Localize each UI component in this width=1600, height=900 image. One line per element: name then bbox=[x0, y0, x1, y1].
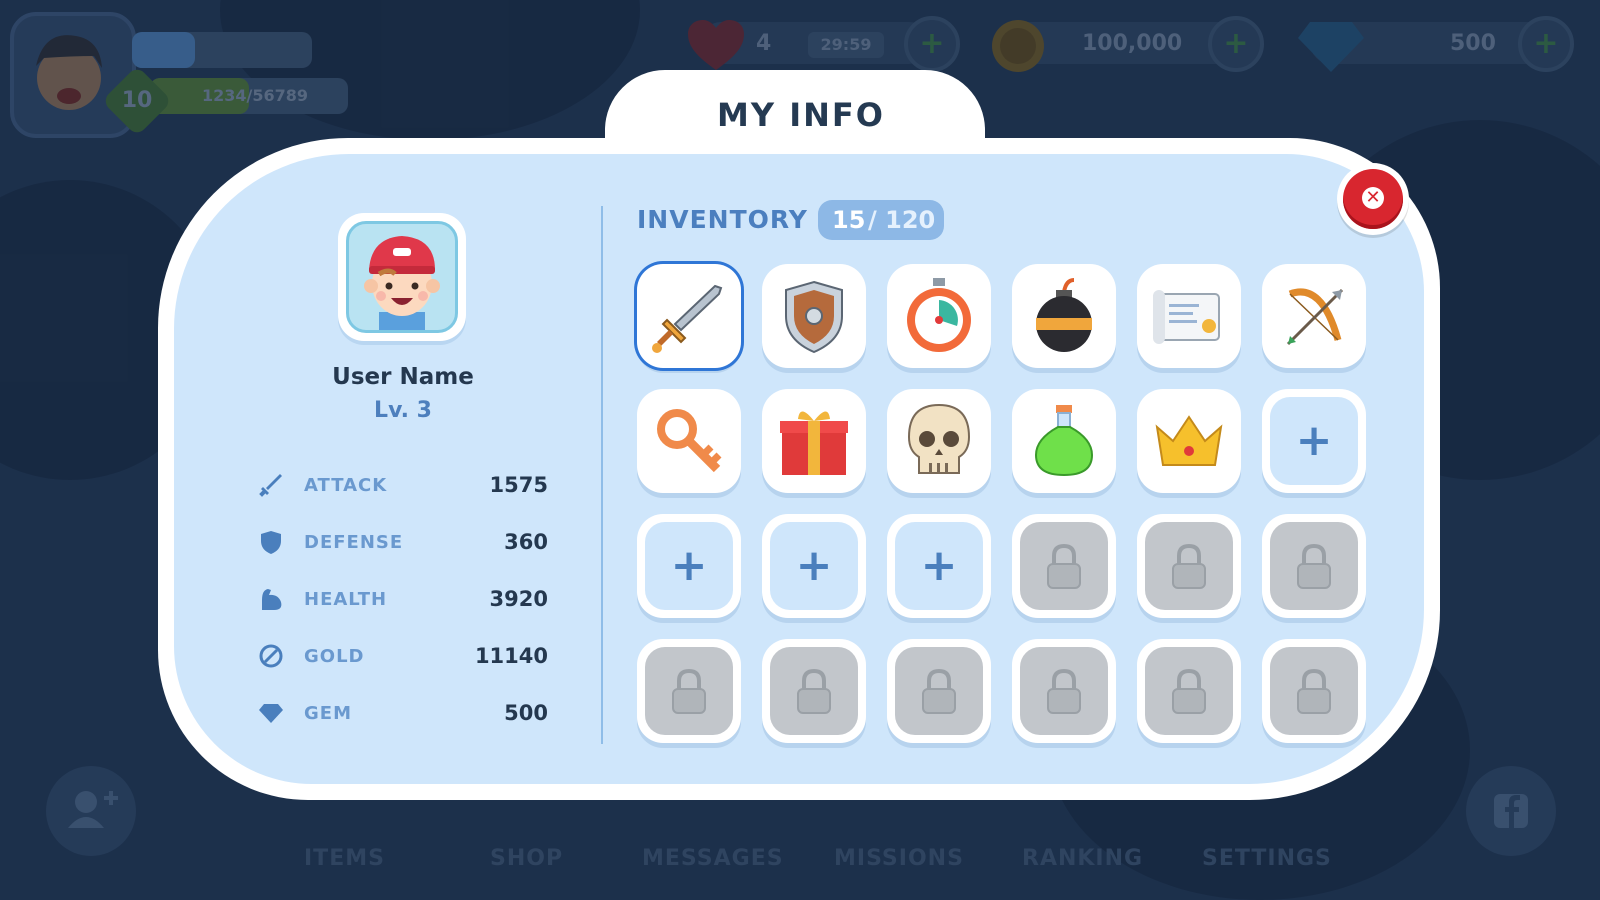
inventory-slot-key[interactable] bbox=[637, 389, 741, 493]
key-icon bbox=[657, 409, 722, 473]
inventory-slot-sword[interactable] bbox=[637, 264, 741, 368]
inventory-capacity: / 120 bbox=[868, 206, 936, 234]
stat-defense: DEFENSE 360 bbox=[258, 526, 548, 560]
add-icon: + bbox=[1295, 415, 1333, 466]
stat-attack: ATTACK 1575 bbox=[258, 469, 548, 503]
inventory-slot-add[interactable]: + bbox=[637, 514, 741, 618]
stat-health: HEALTH 3920 bbox=[258, 583, 548, 617]
inventory-slot-potion[interactable] bbox=[1012, 389, 1116, 493]
inventory-count: 15 / 120 bbox=[818, 200, 944, 240]
stat-gold: GOLD 11140 bbox=[258, 640, 548, 674]
lock-icon bbox=[797, 668, 831, 714]
profile-username: User Name bbox=[332, 364, 474, 390]
stat-label: HEALTH bbox=[304, 589, 388, 610]
gift-icon bbox=[780, 411, 848, 475]
bomb-icon bbox=[1036, 278, 1092, 352]
inventory-slot-add[interactable]: + bbox=[1262, 389, 1366, 493]
profile-avatar bbox=[346, 221, 458, 333]
inventory-slot-skull[interactable] bbox=[887, 389, 991, 493]
inventory-slot-bow[interactable] bbox=[1262, 264, 1366, 368]
inventory-slot-locked[interactable] bbox=[1262, 514, 1366, 618]
stat-label: GOLD bbox=[304, 646, 365, 667]
stat-value: 1575 bbox=[489, 473, 548, 497]
inventory-slot-locked[interactable] bbox=[1012, 639, 1116, 743]
close-button[interactable]: ✕ bbox=[1337, 163, 1409, 235]
inventory-used: 15 bbox=[832, 206, 866, 234]
lock-icon bbox=[1047, 543, 1081, 589]
inventory-slot-add[interactable]: + bbox=[762, 514, 866, 618]
close-button-face: ✕ bbox=[1343, 169, 1403, 229]
stopwatch-icon bbox=[907, 278, 971, 352]
muscle-icon bbox=[262, 589, 282, 610]
profile-avatar-frame bbox=[338, 213, 466, 341]
inventory-slot-stopwatch[interactable] bbox=[887, 264, 991, 368]
lock-icon bbox=[1172, 668, 1206, 714]
profile-level: Lv. 3 bbox=[374, 398, 432, 423]
lock-icon bbox=[1172, 543, 1206, 589]
inventory-slot-add[interactable]: + bbox=[887, 514, 991, 618]
stat-label: DEFENSE bbox=[304, 532, 404, 553]
add-icon: + bbox=[670, 540, 708, 591]
stat-value: 500 bbox=[504, 701, 548, 725]
stat-label: GEM bbox=[304, 703, 352, 724]
crown-icon bbox=[1155, 415, 1223, 466]
player-portrait-icon bbox=[364, 236, 440, 330]
skull-icon bbox=[907, 403, 971, 474]
stat-gem: GEM 500 bbox=[258, 697, 548, 731]
stat-value: 11140 bbox=[474, 644, 548, 668]
sword-icon bbox=[652, 284, 723, 353]
modal-title: MY INFO bbox=[717, 96, 885, 134]
sword-icon bbox=[259, 474, 282, 497]
potion-icon bbox=[1034, 405, 1094, 477]
add-icon: + bbox=[795, 540, 833, 591]
inventory-slot-locked[interactable] bbox=[1137, 639, 1241, 743]
inventory-title: INVENTORY bbox=[637, 205, 808, 234]
inventory-slot-locked[interactable] bbox=[1137, 514, 1241, 618]
coin-icon bbox=[259, 644, 283, 668]
add-icon: + bbox=[920, 540, 958, 591]
panel-divider bbox=[601, 206, 603, 744]
scroll-icon bbox=[1153, 290, 1220, 344]
lock-icon bbox=[1297, 668, 1331, 714]
inventory-slot-locked[interactable] bbox=[1262, 639, 1366, 743]
inventory-slot-bomb[interactable] bbox=[1012, 264, 1116, 368]
inventory-slot-locked[interactable] bbox=[637, 639, 741, 743]
inventory-slot-scroll[interactable] bbox=[1137, 264, 1241, 368]
lock-icon bbox=[1047, 668, 1081, 714]
gem-icon bbox=[259, 704, 283, 723]
lock-icon bbox=[922, 668, 956, 714]
lock-icon bbox=[672, 668, 706, 714]
bow-icon bbox=[1286, 288, 1344, 346]
stat-value: 3920 bbox=[489, 587, 548, 611]
stat-label: ATTACK bbox=[304, 475, 388, 496]
close-icon: ✕ bbox=[1362, 187, 1384, 209]
inventory-slot-locked[interactable] bbox=[1012, 514, 1116, 618]
lock-icon bbox=[1297, 543, 1331, 589]
stat-value: 360 bbox=[504, 530, 548, 554]
inventory-slot-crown[interactable] bbox=[1137, 389, 1241, 493]
inventory-slot-locked[interactable] bbox=[887, 639, 991, 743]
inventory-slot-locked[interactable] bbox=[762, 639, 866, 743]
shield-icon bbox=[785, 280, 843, 354]
inventory-slot-shield[interactable] bbox=[762, 264, 866, 368]
shield-icon bbox=[261, 531, 281, 554]
inventory-slot-gift[interactable] bbox=[762, 389, 866, 493]
